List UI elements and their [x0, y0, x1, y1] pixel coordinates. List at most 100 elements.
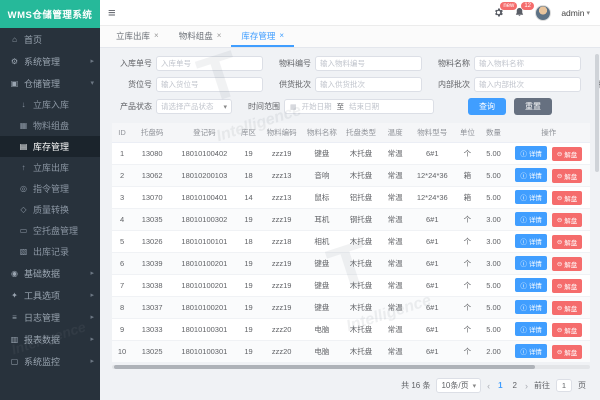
location-no-input[interactable] — [156, 77, 263, 92]
detail-button[interactable]: ⓘ详情 — [515, 168, 547, 182]
sidebar-item-tools[interactable]: ✦工具选项▸ — [0, 284, 100, 306]
sidebar-item-command[interactable]: ◎指令管理 — [0, 178, 100, 199]
sidebar-item-base-data[interactable]: ◉基础数据▸ — [0, 262, 100, 284]
page-number-2[interactable]: 2 — [511, 381, 519, 390]
minus-circle-icon: ⊖ — [557, 238, 562, 246]
detail-button-label: 详情 — [529, 258, 542, 268]
next-page-button[interactable]: › — [525, 381, 528, 391]
daterange-picker[interactable]: ▦ 开始日期 至 结束日期 — [284, 99, 434, 114]
notifications-button[interactable]: 12 — [514, 7, 525, 18]
table-cell: zzz18 — [261, 231, 303, 253]
goto-label: 前往 — [534, 380, 550, 391]
inbound-icon: ↓ — [18, 100, 29, 109]
table-cell: 常温 — [381, 187, 409, 209]
sidebar-item-outbound[interactable]: ↑立库出库 — [0, 157, 100, 178]
table-cell-actions: ⓘ详情 ⊖解盘 — [508, 319, 590, 341]
table-cell: zzz19 — [261, 209, 303, 231]
inbound-no-input[interactable] — [156, 56, 263, 71]
sidebar-item-home[interactable]: ⌂首页 — [0, 28, 100, 50]
table-cell: 2 — [112, 165, 132, 187]
sidebar-item-empty-pallet[interactable]: ▭空托盘管理 — [0, 220, 100, 241]
table-cell: 3.00 — [479, 209, 507, 231]
sidebar-item-inbound[interactable]: ↓立库入库 — [0, 94, 100, 115]
unbind-button[interactable]: ⊖解盘 — [552, 147, 582, 161]
unbind-button[interactable]: ⊖解盘 — [552, 345, 582, 359]
unbind-button[interactable]: ⊖解盘 — [552, 235, 582, 249]
internal-batch-input[interactable] — [474, 77, 581, 92]
sidebar-item-label: 工具选项 — [24, 289, 90, 302]
detail-button[interactable]: ⓘ详情 — [515, 278, 547, 292]
sidebar-item-label: 日志管理 — [24, 311, 90, 324]
status-select[interactable]: 请选择产品状态 ▾ — [156, 99, 232, 114]
close-icon[interactable]: × — [217, 31, 222, 40]
sidebar-item-inventory[interactable]: ▤库存管理 — [0, 136, 100, 157]
table-row: 4130351801010030219zzz19耳机钢托盘常温6#1个3.00ⓘ… — [112, 209, 590, 231]
log-icon: ≡ — [9, 313, 20, 322]
unbind-button[interactable]: ⊖解盘 — [552, 257, 582, 271]
detail-button[interactable]: ⓘ详情 — [515, 300, 547, 314]
table-row: 10130251801010030119zzz20电脑木托盘常温6#1个2.00… — [112, 341, 590, 363]
detail-button[interactable]: ⓘ详情 — [515, 234, 547, 248]
horizontal-scrollbar[interactable] — [114, 365, 535, 369]
table-cell: zzz19 — [261, 297, 303, 319]
unbind-button[interactable]: ⊖解盘 — [552, 169, 582, 183]
sidebar-item-warehouse[interactable]: ▣仓储管理▾ — [0, 72, 100, 94]
detail-button[interactable]: ⓘ详情 — [515, 146, 547, 160]
filter-field-material-name: 物料名称 — [430, 56, 581, 71]
unbind-button[interactable]: ⊖解盘 — [552, 213, 582, 227]
sidebar-toggle-icon[interactable]: ≡ — [108, 6, 116, 19]
material-name-input[interactable] — [474, 56, 581, 71]
table-cell: 9 — [112, 319, 132, 341]
unbind-button-label: 解盘 — [564, 237, 577, 247]
detail-button[interactable]: ⓘ详情 — [515, 322, 547, 336]
close-icon[interactable]: × — [154, 31, 159, 40]
table-cell: 13033 — [132, 319, 172, 341]
detail-button-label: 详情 — [529, 148, 542, 158]
reset-button[interactable]: 重置 — [514, 98, 552, 115]
sidebar-item-material-group[interactable]: ▦物料组盘 — [0, 115, 100, 136]
info-circle-icon: ⓘ — [520, 148, 527, 158]
sidebar-item-quality[interactable]: ◇质量转换 — [0, 199, 100, 220]
table-cell: zzz13 — [261, 165, 303, 187]
avatar[interactable] — [535, 5, 551, 21]
detail-button[interactable]: ⓘ详情 — [515, 256, 547, 270]
info-circle-icon: ⓘ — [520, 346, 527, 356]
table-cell: 13025 — [132, 341, 172, 363]
tab-outbound[interactable]: 立库出库× — [106, 26, 169, 47]
minus-circle-icon: ⊖ — [557, 282, 562, 290]
detail-button-label: 详情 — [529, 192, 542, 202]
table-cell: 箱 — [455, 187, 479, 209]
sidebar-item-label: 首页 — [24, 33, 94, 46]
vertical-scrollbar[interactable] — [595, 54, 599, 172]
supply-batch-input[interactable] — [315, 77, 422, 92]
page-size-select[interactable]: 10条/页▾ — [436, 378, 481, 393]
sidebar-item-system[interactable]: ⚙系统管理▸ — [0, 50, 100, 72]
page-number-1[interactable]: 1 — [496, 381, 504, 390]
close-icon[interactable]: × — [279, 31, 284, 40]
sidebar-item-monitor[interactable]: ▢系统监控▸ — [0, 350, 100, 372]
column-header: 操作 — [508, 123, 590, 143]
prev-page-button[interactable]: ‹ — [487, 381, 490, 391]
detail-button[interactable]: ⓘ详情 — [515, 344, 547, 358]
user-menu[interactable]: admin ▾ — [561, 8, 590, 18]
sidebar-item-logs[interactable]: ≡日志管理▸ — [0, 306, 100, 328]
settings-button[interactable]: new — [493, 7, 504, 18]
tab-inventory[interactable]: 库存管理× — [231, 26, 294, 47]
search-button[interactable]: 查询 — [468, 98, 506, 115]
sidebar-item-label: 出库记录 — [33, 245, 94, 258]
detail-button[interactable]: ⓘ详情 — [515, 190, 547, 204]
unbind-button[interactable]: ⊖解盘 — [552, 301, 582, 315]
unbind-button[interactable]: ⊖解盘 — [552, 191, 582, 205]
status-placeholder: 请选择产品状态 — [161, 101, 214, 112]
info-circle-icon: ⓘ — [520, 280, 527, 290]
tab-material-group[interactable]: 物料组盘× — [169, 26, 232, 47]
table-cell-actions: ⓘ详情 ⊖解盘 — [508, 187, 590, 209]
sidebar-item-outbound-record[interactable]: ▧出库记录 — [0, 241, 100, 262]
page-goto-input[interactable] — [556, 379, 572, 392]
unbind-button[interactable]: ⊖解盘 — [552, 323, 582, 337]
detail-button[interactable]: ⓘ详情 — [515, 212, 547, 226]
unbind-button[interactable]: ⊖解盘 — [552, 279, 582, 293]
chevron-down-icon: ▾ — [473, 382, 477, 390]
material-code-input[interactable] — [315, 56, 422, 71]
sidebar-item-reports[interactable]: ▥报表数据▸ — [0, 328, 100, 350]
